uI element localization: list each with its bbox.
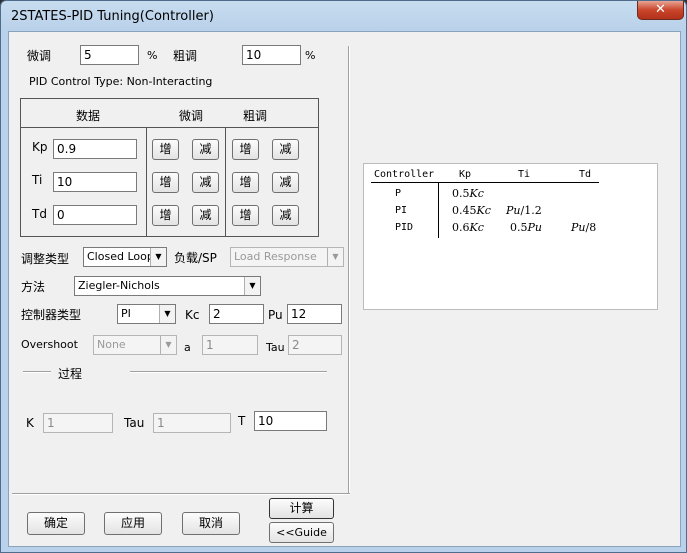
td-label: Td xyxy=(32,207,47,221)
ti-fine-inc-button[interactable]: 增 xyxy=(152,172,179,193)
fine-input[interactable]: 5 xyxy=(80,45,139,65)
param-header-fine: 微调 xyxy=(179,109,204,123)
td-fine-inc-button[interactable]: 增 xyxy=(152,205,179,226)
formula-kp-cell: 0.45Kc xyxy=(452,204,491,217)
formula-ti-cell: Pu/1.2 xyxy=(506,204,542,217)
formula-row-controller: PID xyxy=(395,222,414,233)
formula-row-controller: PI xyxy=(395,205,408,216)
load-sp-value: Load Response xyxy=(234,250,317,263)
param-header-coarse: 粗调 xyxy=(243,109,268,123)
kp-coarse-inc-button[interactable]: 增 xyxy=(232,139,259,160)
pu-input[interactable]: 12 xyxy=(287,304,342,324)
formula-row-controller: P xyxy=(395,188,402,199)
load-sp-select: Load Response ▼ xyxy=(230,247,344,267)
t-label: T xyxy=(238,414,246,428)
formula-ti-cell: 0.5Pu xyxy=(510,221,542,234)
pu-label: Pu xyxy=(268,308,283,322)
close-button[interactable]: ✕ xyxy=(637,1,684,20)
formula-header-kp: Kp xyxy=(459,169,472,180)
close-icon: ✕ xyxy=(655,2,666,17)
chevron-down-icon: ▼ xyxy=(159,305,175,323)
formula-header-ti: Ti xyxy=(518,169,531,180)
a-label: a xyxy=(184,341,191,354)
ti-input[interactable]: 10 xyxy=(53,172,137,192)
coarse-unit: % xyxy=(305,49,316,62)
formula-header-td: Td xyxy=(579,169,592,180)
kc-input[interactable]: 2 xyxy=(209,304,264,324)
fine-label: 微调 xyxy=(27,49,52,63)
formula-kp-cell: 0.6Kc xyxy=(452,221,484,234)
dialog-window: 2STATES-PID Tuning(Controller) ✕ 微调 5 % … xyxy=(0,0,687,553)
controller-type-value: PI xyxy=(121,307,131,320)
chevron-down-icon: ▼ xyxy=(160,336,176,354)
fine-unit: % xyxy=(147,49,158,62)
ok-button[interactable]: 确定 xyxy=(27,512,85,535)
k-label: K xyxy=(26,416,34,430)
t-input[interactable]: 10 xyxy=(254,411,327,431)
k-input: 1 xyxy=(43,413,113,433)
ti-coarse-dec-button[interactable]: 减 xyxy=(272,172,299,193)
tau-bottom-input: 1 xyxy=(153,413,231,433)
formula-td-cell: Pu/8 xyxy=(571,221,597,234)
method-value: Ziegler-Nichols xyxy=(78,279,160,292)
kp-fine-dec-button[interactable]: 减 xyxy=(192,139,219,160)
ti-label: Ti xyxy=(32,173,43,187)
td-input[interactable]: 0 xyxy=(53,205,137,225)
coarse-label: 粗调 xyxy=(173,49,198,63)
chevron-down-icon: ▼ xyxy=(244,277,260,295)
tuning-formula-table: Controller Kp Ti Td P 0.5Kc PI 0.45Kc Pu… xyxy=(363,163,658,310)
overshoot-select: None ▼ xyxy=(93,335,177,355)
formula-header-controller: Controller xyxy=(374,169,435,180)
tau-top-input: 2 xyxy=(288,335,342,355)
ti-coarse-inc-button[interactable]: 增 xyxy=(232,172,259,193)
a-input: 1 xyxy=(202,335,258,355)
td-coarse-dec-button[interactable]: 减 xyxy=(272,205,299,226)
tau-top-label: Tau xyxy=(266,341,285,354)
control-type-text: PID Control Type: Non-Interacting xyxy=(29,75,213,88)
overshoot-label: Overshoot xyxy=(21,338,78,351)
adjust-type-select[interactable]: Closed Loop ▼ xyxy=(83,247,167,267)
window-title: 2STATES-PID Tuning(Controller) xyxy=(11,9,214,24)
method-select[interactable]: Ziegler-Nichols ▼ xyxy=(74,276,261,296)
dialog-client: 微调 5 % 粗调 10 % PID Control Type: Non-Int… xyxy=(8,31,681,547)
tau-bottom-label: Tau xyxy=(124,416,145,430)
apply-button[interactable]: 应用 xyxy=(104,512,162,535)
process-label: 过程 xyxy=(58,367,83,381)
controller-type-label: 控制器类型 xyxy=(21,308,82,322)
cancel-button[interactable]: 取消 xyxy=(182,512,240,535)
ti-fine-dec-button[interactable]: 减 xyxy=(192,172,219,193)
kp-label: Kp xyxy=(32,140,48,154)
kc-label: Kc xyxy=(185,308,200,322)
adjust-type-label: 调整类型 xyxy=(21,252,70,266)
formula-kp-cell: 0.5Kc xyxy=(452,187,484,200)
load-sp-label: 负载/SP xyxy=(174,251,217,265)
param-header-data: 数据 xyxy=(76,109,101,123)
guide-button[interactable]: <<Guide xyxy=(269,522,334,543)
coarse-input[interactable]: 10 xyxy=(242,45,301,65)
td-coarse-inc-button[interactable]: 增 xyxy=(232,205,259,226)
controller-type-select[interactable]: PI ▼ xyxy=(117,304,176,324)
kp-fine-inc-button[interactable]: 增 xyxy=(152,139,179,160)
adjust-type-value: Closed Loop xyxy=(87,250,154,263)
kp-coarse-dec-button[interactable]: 减 xyxy=(272,139,299,160)
kp-input[interactable]: 0.9 xyxy=(53,139,137,159)
chevron-down-icon: ▼ xyxy=(150,248,166,266)
td-fine-dec-button[interactable]: 减 xyxy=(192,205,219,226)
method-label: 方法 xyxy=(21,280,46,294)
chevron-down-icon: ▼ xyxy=(327,248,343,266)
compute-button[interactable]: 计算 xyxy=(269,498,334,519)
overshoot-value: None xyxy=(97,338,126,351)
